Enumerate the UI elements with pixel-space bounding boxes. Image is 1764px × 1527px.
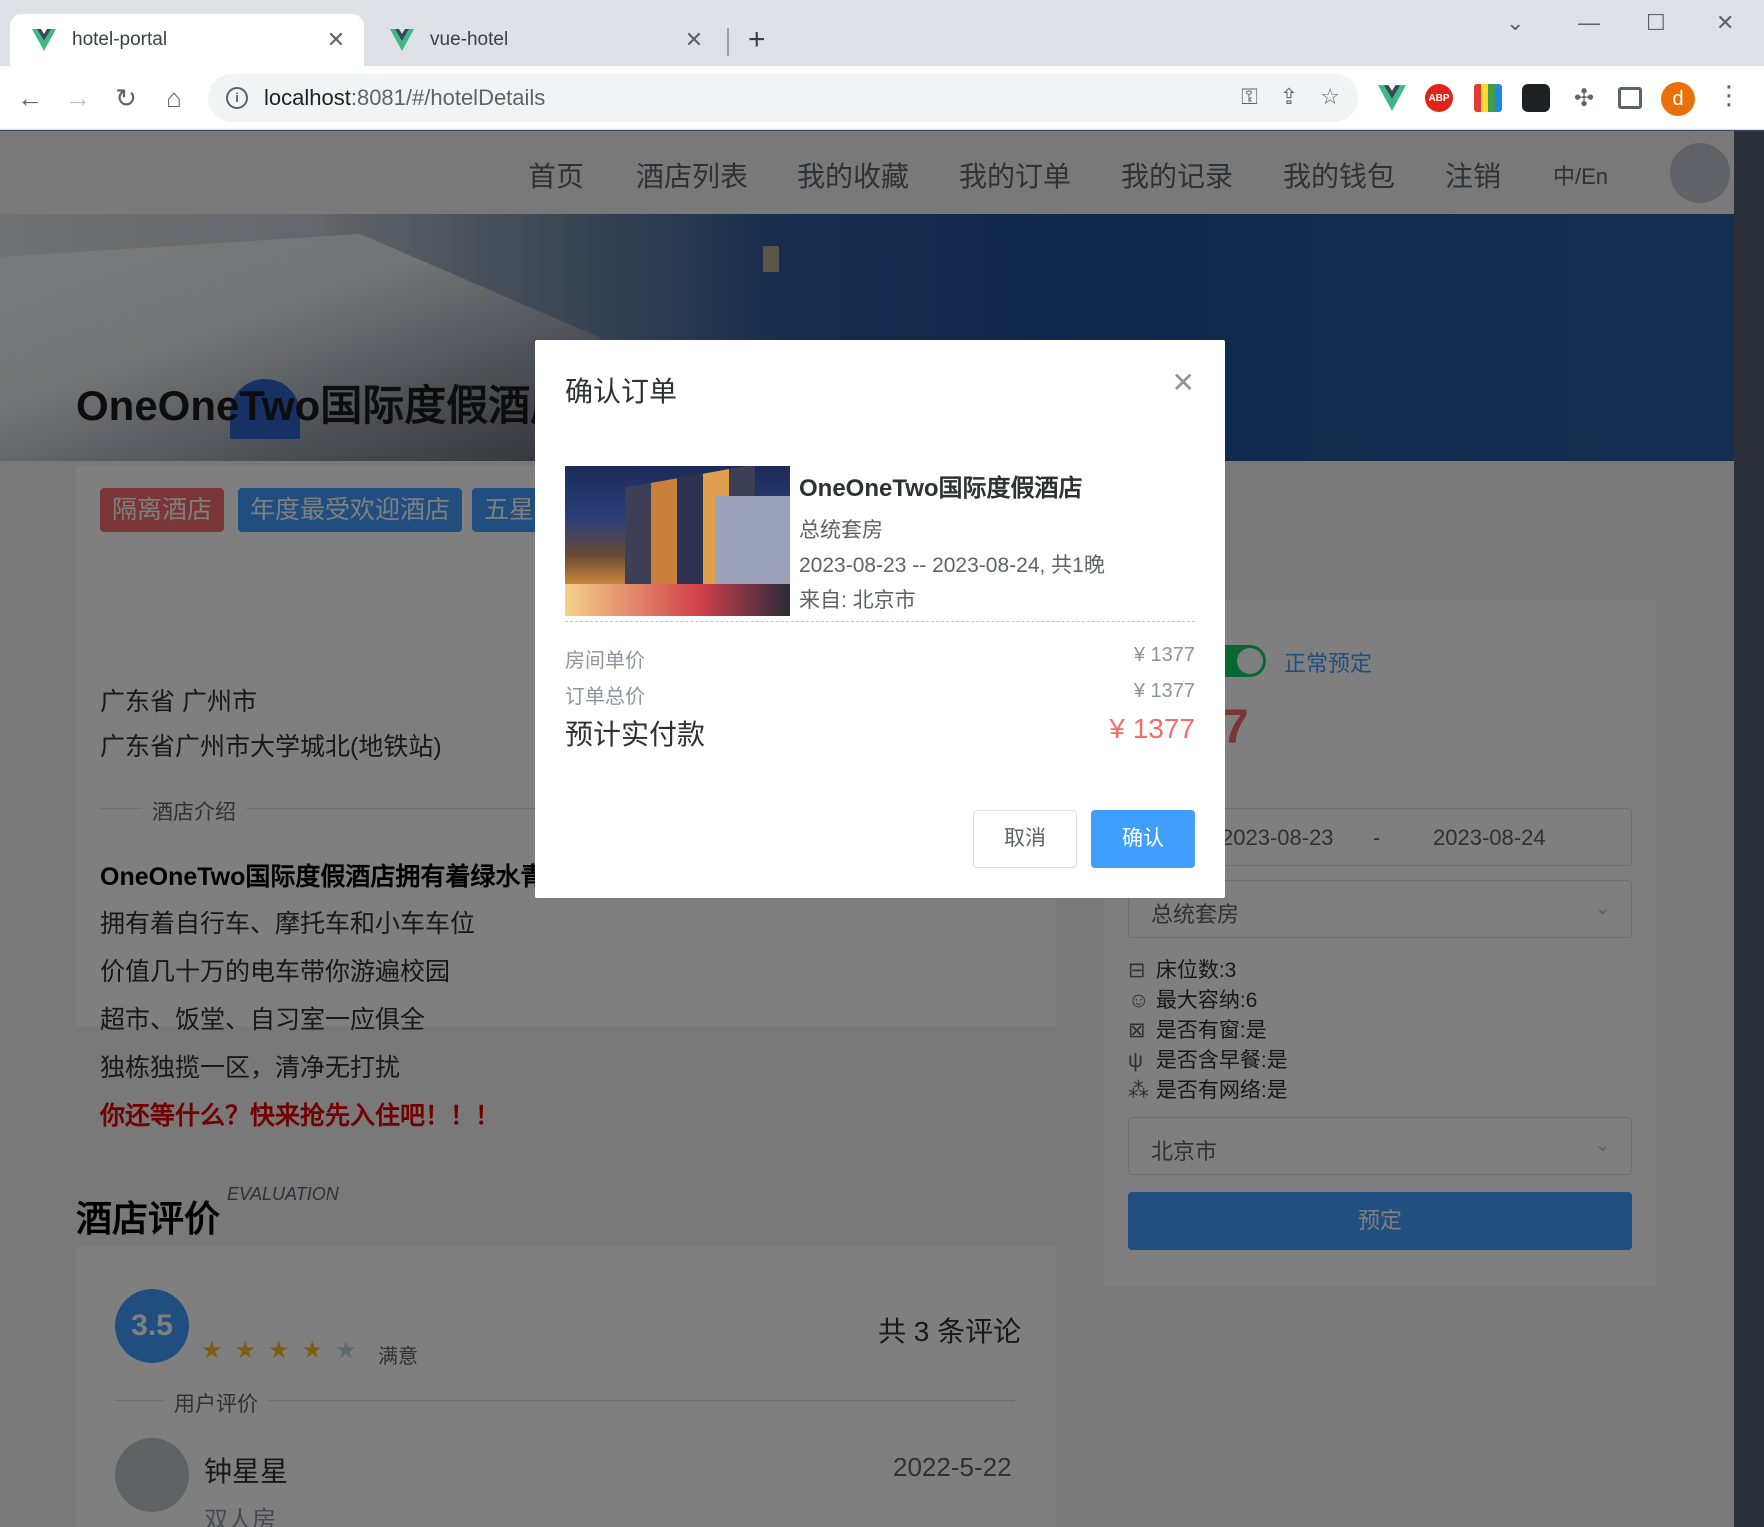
- browser-tab-bar: hotel-portal ✕ vue-hotel ✕ + ⌄ — ☐ ✕: [0, 0, 1764, 66]
- url-path: :8081/#/hotelDetails: [350, 85, 546, 110]
- home-icon[interactable]: ⌂: [156, 80, 192, 116]
- tab-vue-hotel[interactable]: vue-hotel ✕: [368, 14, 722, 66]
- reload-icon[interactable]: ↻: [108, 80, 144, 116]
- thumb-street: [565, 584, 790, 616]
- hotel-thumbnail: [565, 466, 790, 616]
- new-tab-plus-icon[interactable]: +: [748, 22, 766, 58]
- extension-mask-icon[interactable]: [1522, 84, 1550, 112]
- vue-logo-icon: [32, 29, 56, 51]
- unit-price-label: 房间单价: [565, 650, 645, 672]
- payment-value: ¥ 1377: [1109, 713, 1195, 744]
- bookmark-star-icon[interactable]: ☆: [1320, 84, 1340, 110]
- minimize-icon[interactable]: —: [1578, 10, 1600, 36]
- adblock-label: ABP: [1428, 92, 1450, 104]
- total-price-label: 订单总价: [565, 686, 645, 708]
- window-close-icon[interactable]: ✕: [1716, 10, 1734, 36]
- confirm-button[interactable]: 确认: [1091, 810, 1195, 868]
- adblock-plus-icon[interactable]: ABP: [1425, 84, 1453, 112]
- payment-label: 预计实付款: [565, 719, 706, 750]
- dialog-divider: [565, 621, 1195, 622]
- address-bar[interactable]: i localhost:8081/#/hotelDetails ⚿ ⇪ ☆: [208, 74, 1358, 122]
- dialog-dates: 2023-08-23 -- 2023-08-24, 共1晚: [799, 554, 1105, 577]
- unit-price-value: ¥ 1377: [1133, 644, 1195, 666]
- dialog-hotel-name: OneOneTwo国际度假酒店: [799, 475, 1083, 502]
- dialog-room-type: 总统套房: [799, 519, 883, 542]
- total-price-value: ¥ 1377: [1133, 680, 1195, 702]
- maximize-icon[interactable]: ☐: [1646, 10, 1666, 36]
- tab-title: hotel-portal: [72, 29, 168, 50]
- confirm-order-dialog: 确认订单 ✕ OneOneTwo国际度假酒店 总统套房 2023-08-23 -…: [535, 340, 1225, 898]
- tab-title: vue-hotel: [430, 29, 509, 50]
- share-icon[interactable]: ⇪: [1280, 84, 1298, 110]
- color-picker-icon[interactable]: [1474, 84, 1502, 112]
- tab-hotel-portal[interactable]: hotel-portal ✕: [10, 14, 364, 66]
- close-icon[interactable]: ✕: [324, 27, 348, 53]
- site-info-icon[interactable]: i: [226, 87, 248, 109]
- cancel-button[interactable]: 取消: [973, 810, 1077, 868]
- vue-logo-icon: [390, 29, 414, 51]
- back-arrow-icon[interactable]: ←: [12, 80, 48, 116]
- profile-avatar[interactable]: d: [1661, 82, 1695, 116]
- vue-devtools-icon[interactable]: [1378, 84, 1406, 112]
- extensions-puzzle-icon[interactable]: ✣: [1570, 84, 1598, 112]
- side-panel-icon[interactable]: [1618, 87, 1642, 109]
- tab-separator: [727, 28, 729, 56]
- forward-arrow-icon[interactable]: →: [60, 80, 96, 116]
- key-icon[interactable]: ⚿: [1241, 84, 1258, 110]
- dialog-from: 来自: 北京市: [799, 589, 916, 612]
- dialog-title: 确认订单: [565, 376, 678, 407]
- page-scrollbar[interactable]: [1734, 131, 1764, 1527]
- close-icon[interactable]: ✕: [1172, 366, 1195, 399]
- url-host: localhost: [264, 85, 351, 110]
- browser-menu-icon[interactable]: ⋮: [1716, 80, 1742, 111]
- tab-search-chevron-icon[interactable]: ⌄: [1506, 10, 1524, 36]
- close-icon[interactable]: ✕: [682, 27, 706, 53]
